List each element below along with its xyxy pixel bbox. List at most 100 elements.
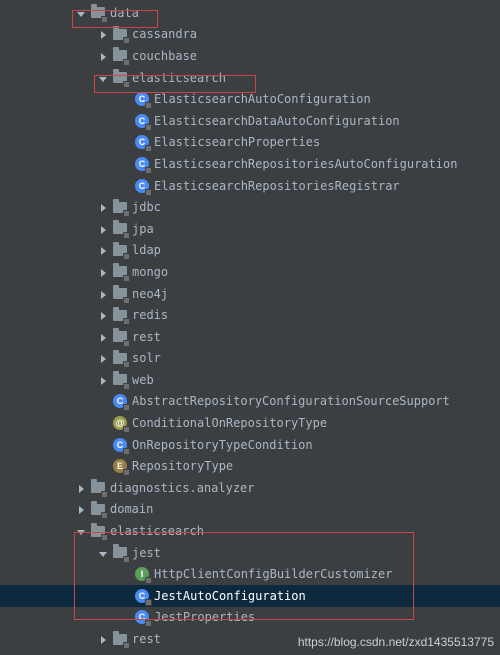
tree-row[interactable]: C ElasticsearchAutoConfiguration bbox=[0, 88, 500, 110]
chevron-right-icon[interactable] bbox=[98, 224, 108, 234]
tree-row[interactable]: couchbase bbox=[0, 45, 500, 67]
package-icon bbox=[112, 307, 128, 323]
tree-row[interactable]: CJestAutoConfiguration bbox=[0, 585, 500, 607]
tree-row[interactable]: C AbstractRepositoryConfigurationSourceSu… bbox=[0, 391, 500, 413]
chevron-right-icon[interactable] bbox=[98, 245, 108, 255]
tree-item-label: cassandra bbox=[132, 27, 205, 41]
tree-row[interactable]: I HttpClientConfigBuilderCustomizer bbox=[0, 563, 500, 585]
class-icon: @ bbox=[112, 415, 128, 431]
tree-row[interactable]: neo4j bbox=[0, 283, 500, 305]
tree-row[interactable]: cassandra bbox=[0, 24, 500, 46]
tree-item-label: ConditionalOnRepositoryType bbox=[132, 416, 335, 430]
tree-item-label: AbstractRepositoryConfigurationSourceSup… bbox=[132, 394, 458, 408]
package-icon bbox=[112, 242, 128, 258]
tree-item-label: jest bbox=[132, 546, 169, 560]
tree-row[interactable]: elasticsearch bbox=[0, 67, 500, 89]
watermark-text: https://blog.csdn.net/zxd1435513775 bbox=[298, 635, 494, 649]
package-icon bbox=[112, 264, 128, 280]
class-icon: E bbox=[112, 458, 128, 474]
package-icon bbox=[90, 501, 106, 517]
chevron-right-icon[interactable] bbox=[98, 310, 108, 320]
tree-item-label: redis bbox=[132, 308, 176, 322]
class-icon: C bbox=[134, 156, 150, 172]
package-icon bbox=[90, 480, 106, 496]
tree-row[interactable]: jest bbox=[0, 542, 500, 564]
tree-item-label: couchbase bbox=[132, 49, 205, 63]
chevron-right-icon[interactable] bbox=[98, 375, 108, 385]
package-icon bbox=[112, 372, 128, 388]
chevron-right-icon[interactable] bbox=[98, 29, 108, 39]
tree-item-label: jpa bbox=[132, 222, 162, 236]
class-icon: C bbox=[112, 437, 128, 453]
tree-row[interactable]: domain bbox=[0, 499, 500, 521]
class-icon: C bbox=[134, 178, 150, 194]
tree-row[interactable]: mongo bbox=[0, 261, 500, 283]
project-tree[interactable]: datacassandracouchbaseelasticsearchCElas… bbox=[0, 0, 500, 650]
tree-row[interactable]: C ElasticsearchProperties bbox=[0, 132, 500, 154]
tree-item-label: rest bbox=[132, 632, 169, 646]
chevron-right-icon[interactable] bbox=[98, 289, 108, 299]
chevron-right-icon[interactable] bbox=[98, 332, 108, 342]
class-icon: C bbox=[134, 609, 150, 625]
tree-row[interactable]: web bbox=[0, 369, 500, 391]
package-icon bbox=[112, 286, 128, 302]
package-icon bbox=[112, 199, 128, 215]
tree-row[interactable]: jpa bbox=[0, 218, 500, 240]
tree-item-label: HttpClientConfigBuilderCustomizer bbox=[154, 567, 400, 581]
tree-item-label: ElasticsearchDataAutoConfiguration bbox=[154, 114, 408, 128]
tree-item-label: ElasticsearchProperties bbox=[154, 135, 328, 149]
tree-row[interactable]: data bbox=[0, 2, 500, 24]
tree-item-label: elasticsearch bbox=[110, 524, 212, 538]
chevron-right-icon[interactable] bbox=[98, 202, 108, 212]
chevron-right-icon[interactable] bbox=[98, 634, 108, 644]
chevron-right-icon[interactable] bbox=[98, 51, 108, 61]
tree-row[interactable]: redis bbox=[0, 304, 500, 326]
package-icon bbox=[112, 631, 128, 647]
tree-row[interactable]: ldap bbox=[0, 240, 500, 262]
tree-row[interactable]: diagnostics.analyzer bbox=[0, 477, 500, 499]
package-icon bbox=[112, 48, 128, 64]
class-icon: C bbox=[112, 393, 128, 409]
chevron-right-icon[interactable] bbox=[76, 483, 86, 493]
package-icon bbox=[112, 26, 128, 42]
chevron-right-icon[interactable] bbox=[98, 353, 108, 363]
tree-item-label: mongo bbox=[132, 265, 176, 279]
class-icon: I bbox=[134, 566, 150, 582]
tree-item-label: domain bbox=[110, 502, 161, 516]
chevron-down-icon[interactable] bbox=[76, 8, 86, 18]
class-icon: C bbox=[134, 134, 150, 150]
package-icon bbox=[112, 329, 128, 345]
tree-row[interactable]: C ElasticsearchDataAutoConfiguration bbox=[0, 110, 500, 132]
class-icon: C bbox=[134, 113, 150, 129]
tree-row[interactable]: jdbc bbox=[0, 196, 500, 218]
tree-row[interactable]: rest bbox=[0, 326, 500, 348]
package-icon bbox=[112, 70, 128, 86]
tree-row[interactable]: solr bbox=[0, 348, 500, 370]
tree-row[interactable]: elasticsearch bbox=[0, 520, 500, 542]
chevron-right-icon[interactable] bbox=[98, 267, 108, 277]
tree-item-label: neo4j bbox=[132, 287, 176, 301]
tree-item-label: rest bbox=[132, 330, 169, 344]
tree-row[interactable]: ERepositoryType bbox=[0, 455, 500, 477]
tree-item-label: JestAutoConfiguration bbox=[154, 589, 314, 603]
tree-item-label: ldap bbox=[132, 243, 169, 257]
chevron-down-icon[interactable] bbox=[76, 526, 86, 536]
class-icon: C bbox=[134, 91, 150, 107]
tree-item-label: data bbox=[110, 6, 147, 20]
tree-item-label: ElasticsearchAutoConfiguration bbox=[154, 92, 379, 106]
tree-item-label: ElasticsearchRepositoriesRegistrar bbox=[154, 179, 408, 193]
tree-row[interactable]: CElasticsearchRepositoriesAutoConfigurat… bbox=[0, 153, 500, 175]
tree-item-label: JestProperties bbox=[154, 610, 263, 624]
tree-row[interactable]: COnRepositoryTypeCondition bbox=[0, 434, 500, 456]
tree-item-label: jdbc bbox=[132, 200, 169, 214]
package-icon bbox=[112, 350, 128, 366]
tree-item-label: solr bbox=[132, 351, 169, 365]
chevron-down-icon[interactable] bbox=[98, 73, 108, 83]
tree-row[interactable]: C JestProperties bbox=[0, 607, 500, 629]
chevron-right-icon[interactable] bbox=[76, 504, 86, 514]
chevron-down-icon[interactable] bbox=[98, 548, 108, 558]
tree-row[interactable]: C ElasticsearchRepositoriesRegistrar bbox=[0, 175, 500, 197]
tree-row[interactable]: @ ConditionalOnRepositoryType bbox=[0, 412, 500, 434]
package-icon bbox=[90, 523, 106, 539]
package-icon bbox=[112, 545, 128, 561]
